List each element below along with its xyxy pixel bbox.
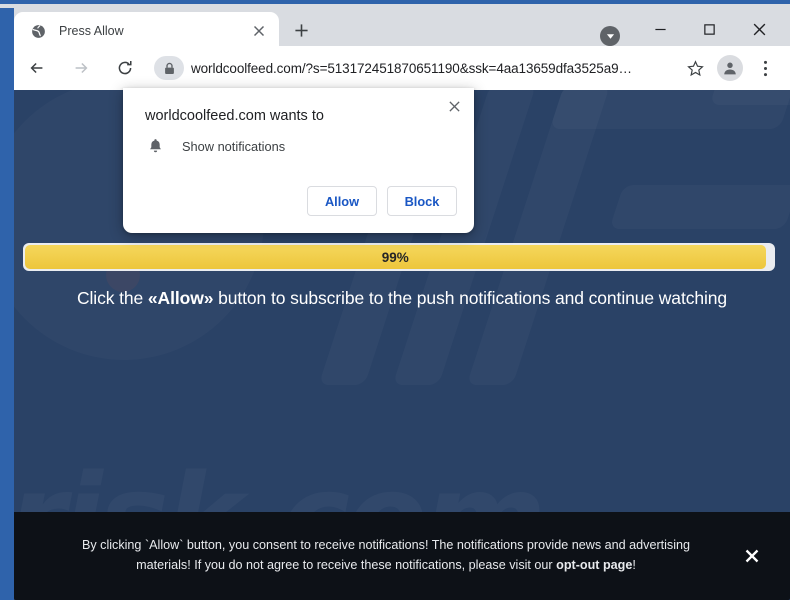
browser-window: Press Allow worldcoolfeed.com/?s=5131724… bbox=[0, 0, 790, 600]
consent-banner-text: By clicking `Allow` button, you consent … bbox=[14, 536, 730, 575]
allow-button[interactable]: Allow bbox=[307, 186, 377, 216]
url-text: worldcoolfeed.com/?s=513172451870651190&… bbox=[191, 60, 632, 76]
forward-arrow-icon bbox=[66, 53, 96, 83]
globe-icon bbox=[30, 23, 47, 40]
dialog-actions: Allow Block bbox=[307, 186, 457, 216]
window-minimize-button[interactable] bbox=[637, 12, 683, 46]
progress-percent-label: 99% bbox=[381, 249, 409, 265]
instruction-text: Click the «Allow» button to subscribe to… bbox=[14, 288, 790, 309]
dialog-permission-label: Show notifications bbox=[182, 138, 286, 154]
browser-toolbar: worldcoolfeed.com/?s=513172451870651190&… bbox=[14, 46, 790, 90]
progress-bar: 99% bbox=[23, 243, 775, 271]
progress-bar-fill: 99% bbox=[25, 245, 766, 269]
consent-line1: By clicking `Allow` button, you consent … bbox=[81, 538, 691, 553]
consent-banner: By clicking `Allow` button, you consent … bbox=[14, 512, 790, 600]
toolbar-actions bbox=[679, 52, 790, 84]
star-icon[interactable] bbox=[679, 52, 711, 84]
tab-close-icon[interactable] bbox=[246, 18, 272, 44]
notification-permission-dialog: worldcoolfeed.com wants to Show notifica… bbox=[123, 88, 474, 233]
profile-avatar-icon[interactable] bbox=[717, 55, 743, 81]
block-button[interactable]: Block bbox=[387, 186, 457, 216]
bell-icon bbox=[145, 138, 165, 154]
browser-tab[interactable]: Press Allow bbox=[14, 12, 279, 50]
dialog-permission-row: Show notifications bbox=[145, 138, 285, 154]
reload-icon[interactable] bbox=[110, 53, 140, 83]
window-close-button[interactable] bbox=[736, 12, 782, 46]
lock-icon[interactable] bbox=[154, 56, 184, 80]
instruction-highlight: «Allow» bbox=[147, 288, 214, 308]
consent-line2-after: ! bbox=[632, 558, 636, 572]
window-maximize-button[interactable] bbox=[686, 12, 732, 46]
opt-out-page-link[interactable]: opt-out page bbox=[556, 558, 632, 572]
instruction-before: Click the bbox=[76, 288, 148, 308]
tab-strip-left-padding bbox=[0, 8, 14, 50]
three-dot-menu-icon[interactable] bbox=[749, 52, 781, 84]
tab-strip: Press Allow bbox=[0, 0, 790, 50]
dialog-title: worldcoolfeed.com wants to bbox=[145, 108, 324, 124]
dialog-close-icon[interactable] bbox=[440, 92, 468, 120]
consent-line2-before: materials! If you do not agree to receiv… bbox=[136, 558, 557, 572]
chevron-down-circle-icon[interactable] bbox=[600, 26, 620, 46]
tab-title: Press Allow bbox=[59, 24, 124, 38]
back-arrow-icon[interactable] bbox=[22, 53, 52, 83]
new-tab-button[interactable] bbox=[287, 16, 315, 44]
consent-close-icon[interactable] bbox=[730, 534, 774, 578]
instruction-after: button to subscribe to the push notifica… bbox=[213, 288, 728, 308]
address-bar[interactable]: worldcoolfeed.com/?s=513172451870651190&… bbox=[154, 53, 679, 83]
